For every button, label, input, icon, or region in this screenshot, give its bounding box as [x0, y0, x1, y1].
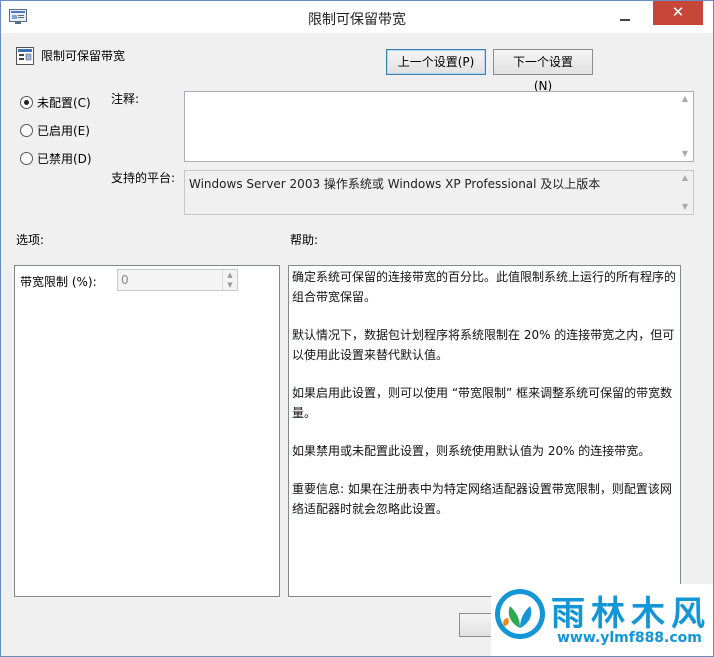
- policy-setting-icon: [16, 47, 34, 65]
- radio-label-disabled: 已禁用(D): [37, 151, 92, 166]
- radio-enabled[interactable]: 已启用(E): [20, 121, 90, 139]
- watermark-leaf-icon: [495, 589, 545, 639]
- close-icon: ✕: [671, 3, 685, 21]
- radio-not-configured[interactable]: 未配置(C): [20, 93, 91, 111]
- scroll-down-icon[interactable]: ▼: [681, 150, 689, 158]
- title-bar[interactable]: 限制可保留带宽 ✕: [1, 1, 713, 33]
- help-paragraph: 如果启用此设置，则可以使用 “带宽限制” 框来调整系统可保留的带宽数量。: [292, 386, 673, 420]
- help-paragraph: 确定系统可保留的连接带宽的百分比。此值限制系统上运行的所有程序的组合带宽保留。: [292, 270, 677, 304]
- radio-button-checked[interactable]: [20, 95, 33, 109]
- watermark-logo: 雨林木风 www.ylmf888.com: [491, 584, 713, 656]
- watermark-title: 雨林木风: [551, 594, 711, 634]
- scroll-down-icon[interactable]: ▼: [681, 203, 689, 211]
- help-text: 确定系统可保留的连接带宽的百分比。此值限制系统上运行的所有程序的组合带宽保留。 …: [292, 267, 678, 537]
- supported-platform-field: Windows Server 2003 操作系统或 Windows XP Pro…: [184, 170, 694, 215]
- radio-label-enabled: 已启用(E): [37, 123, 90, 138]
- spin-down-icon[interactable]: ▼: [223, 280, 237, 290]
- policy-dialog-window: 限制可保留带宽 ✕ 限制可保留带宽 上一个设置(P) 下一个设置(N) 未配置(…: [0, 0, 714, 657]
- watermark-url: www.ylmf888.com: [557, 630, 702, 646]
- help-paragraph: 如果禁用或未配置此设置，则系统使用默认值为 20% 的连接带宽。: [292, 444, 651, 458]
- supported-platform-value: Windows Server 2003 操作系统或 Windows XP Pro…: [189, 177, 601, 191]
- help-paragraph: 默认情况下，数据包计划程序将系统限制在 20% 的连接带宽之内，但可以使用此设置…: [292, 328, 675, 362]
- next-setting-button[interactable]: 下一个设置(N): [493, 49, 593, 93]
- window-title: 限制可保留带宽: [308, 12, 406, 28]
- radio-button[interactable]: [20, 123, 33, 137]
- comment-label: 注释:: [111, 92, 140, 106]
- help-paragraph: 重要信息: 如果在注册表中为特定网络适配器设置带宽限制，则配置该网络适配器时就会…: [292, 482, 672, 516]
- close-button[interactable]: ✕: [653, 1, 703, 25]
- scroll-up-icon[interactable]: ▲: [681, 174, 689, 182]
- comment-textarea[interactable]: ▲ ▼: [184, 91, 694, 162]
- radio-label-not-configured: 未配置(C): [37, 95, 91, 110]
- supported-platform-label: 支持的平台:: [111, 171, 176, 185]
- previous-setting-button[interactable]: 上一个设置(P): [386, 49, 486, 75]
- bandwidth-limit-label: 带宽限制 (%):: [20, 275, 97, 289]
- options-panel: [14, 265, 280, 597]
- options-section-label: 选项:: [16, 233, 45, 247]
- bandwidth-limit-value: 0: [121, 273, 129, 287]
- help-section-label: 帮助:: [290, 233, 319, 247]
- scroll-up-icon[interactable]: ▲: [681, 95, 689, 103]
- spin-up-icon[interactable]: ▲: [223, 270, 237, 280]
- radio-button[interactable]: [20, 151, 33, 165]
- spin-arrows[interactable]: ▲ ▼: [222, 270, 237, 290]
- bandwidth-limit-spinbox[interactable]: 0 ▲ ▼: [117, 269, 238, 291]
- policy-name-heading: 限制可保留带宽: [41, 49, 126, 63]
- comment-scrollbar[interactable]: ▲ ▼: [677, 92, 693, 161]
- platform-scrollbar[interactable]: ▲ ▼: [677, 171, 693, 214]
- minimize-button[interactable]: [610, 7, 640, 27]
- radio-disabled[interactable]: 已禁用(D): [20, 149, 92, 167]
